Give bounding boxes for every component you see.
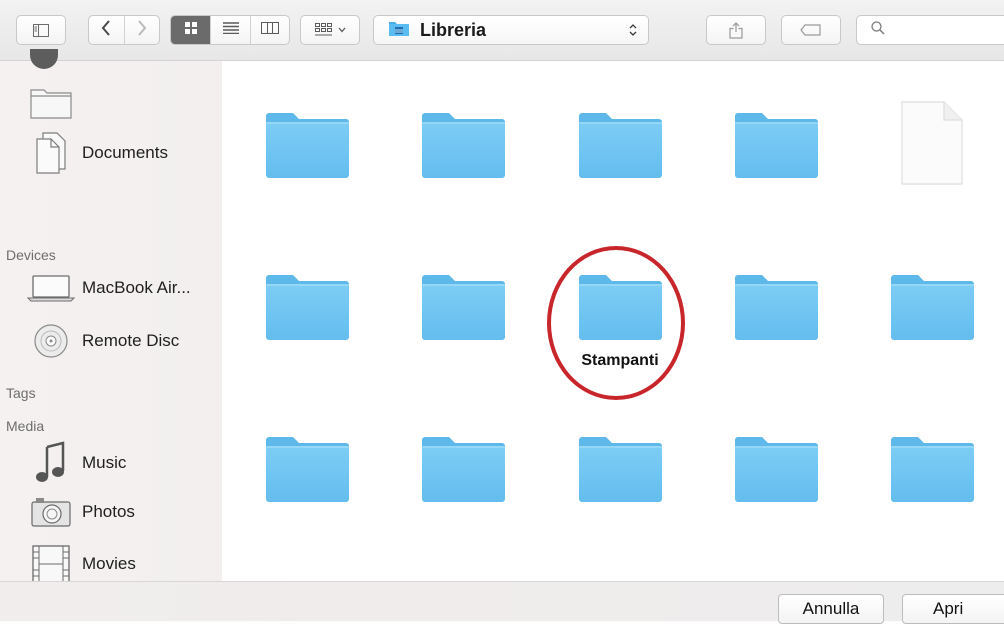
chevron-down-icon <box>338 27 346 33</box>
laptop-icon <box>26 273 76 303</box>
section-header-tags: Tags <box>6 385 36 401</box>
sidebar-item-movies[interactable]: Movies <box>26 545 136 583</box>
search-field[interactable] <box>856 15 1004 45</box>
sidebar-item-label: Documents <box>82 143 168 162</box>
sidebar-toggle-button[interactable] <box>16 15 66 45</box>
tag-icon <box>800 24 822 36</box>
bottom-bar: Annulla Apri <box>0 581 1004 624</box>
view-mode-segment <box>170 15 290 45</box>
folder-icon[interactable] <box>733 110 819 180</box>
sidebar-item-label: MacBook Air... <box>82 278 191 297</box>
folder-outline-icon <box>26 86 76 120</box>
folder-icon[interactable] <box>577 434 663 504</box>
sidebar-item-macbook[interactable]: MacBook Air... <box>26 273 191 303</box>
arrange-button[interactable] <box>300 15 360 45</box>
back-button[interactable] <box>89 16 124 44</box>
toolbar: Libreria <box>0 0 1004 61</box>
document-file-icon[interactable] <box>900 100 964 186</box>
tag-button[interactable] <box>781 15 841 45</box>
sidebar-item-folder[interactable] <box>26 86 76 120</box>
highlight-circle <box>547 246 685 400</box>
sidebar-item-label: Movies <box>82 554 136 573</box>
icon-view-button[interactable] <box>171 16 211 44</box>
chevron-left-icon <box>101 19 111 41</box>
search-icon <box>871 20 885 40</box>
folder-icon[interactable] <box>420 272 506 342</box>
sidebar-item-label: Music <box>82 453 127 472</box>
share-button[interactable] <box>706 15 766 45</box>
documents-icon <box>26 131 76 175</box>
up-down-chevron-icon <box>628 22 638 43</box>
music-note-icon <box>26 441 76 485</box>
sidebar-item-label: Remote Disc <box>82 331 180 350</box>
share-icon <box>729 21 743 39</box>
path-label: Libreria <box>420 19 487 40</box>
folder-icon[interactable] <box>420 434 506 504</box>
folder-icon[interactable] <box>733 272 819 342</box>
folder-icon[interactable] <box>420 110 506 180</box>
sidebar-item-documents[interactable]: Documents <box>26 131 168 175</box>
section-header-devices: Devices <box>6 247 56 263</box>
forward-button[interactable] <box>123 16 159 44</box>
sidebar: Documents Devices MacBook Air... Remote … <box>0 49 222 583</box>
folder-icon[interactable] <box>889 434 975 504</box>
sidebar-icon <box>33 23 49 37</box>
folder-icon[interactable] <box>889 272 975 342</box>
chevron-right-icon <box>137 19 147 41</box>
list-view-button[interactable] <box>210 16 249 44</box>
folder-icon[interactable] <box>264 272 350 342</box>
sidebar-item-music[interactable]: Music <box>26 441 126 485</box>
folder-icon[interactable] <box>733 434 819 504</box>
folder-icon[interactable] <box>264 434 350 504</box>
column-view-button[interactable] <box>249 16 289 44</box>
columns-icon <box>260 21 279 39</box>
library-folder-icon <box>388 19 410 42</box>
section-header-media: Media <box>6 418 45 434</box>
nav-buttons <box>88 15 160 45</box>
sidebar-item-label: Photos <box>82 502 135 521</box>
sidebar-item-remote-disc[interactable]: Remote Disc <box>26 323 179 359</box>
list-icon <box>222 21 239 39</box>
disc-icon <box>26 323 76 359</box>
folder-icon[interactable] <box>577 110 663 180</box>
folder-icon[interactable] <box>264 110 350 180</box>
scrolled-item-icon <box>30 49 58 69</box>
camera-icon <box>26 497 76 527</box>
arrange-grid-icon <box>314 23 333 37</box>
sidebar-item-photos[interactable]: Photos <box>26 497 135 527</box>
path-popup-button[interactable]: Libreria <box>373 15 649 45</box>
film-icon <box>26 545 76 583</box>
icon-grid-icon <box>184 21 197 39</box>
